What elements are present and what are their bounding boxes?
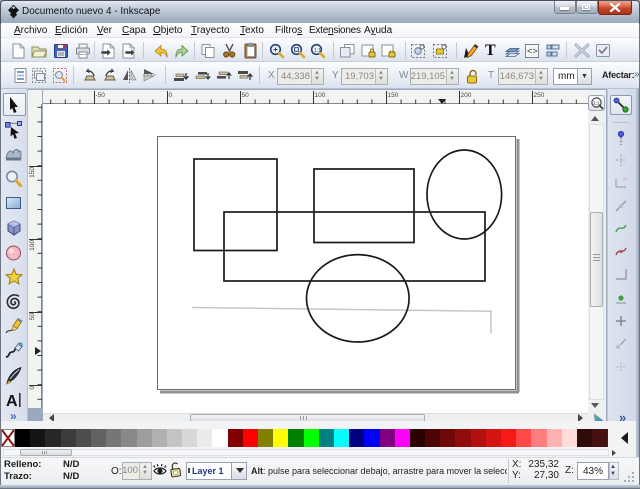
svg-text:150: 150 (388, 92, 399, 99)
svg-text:50: 50 (29, 313, 36, 321)
svg-text:0: 0 (169, 92, 173, 99)
svg-text:-50: -50 (96, 92, 106, 99)
svg-text:250: 250 (534, 92, 545, 99)
svg-text:50: 50 (242, 92, 250, 99)
svg-text:1:1: 1:1 (593, 101, 600, 106)
svg-text:<>: <> (527, 47, 538, 57)
svg-text:1:1: 1:1 (314, 48, 321, 54)
svg-text:200: 200 (461, 92, 472, 99)
svg-text:100: 100 (315, 92, 326, 99)
svg-text:150: 150 (29, 167, 36, 178)
svg-text:0: 0 (29, 386, 36, 390)
svg-text:A: A (6, 393, 18, 410)
svg-text:100: 100 (29, 240, 36, 251)
